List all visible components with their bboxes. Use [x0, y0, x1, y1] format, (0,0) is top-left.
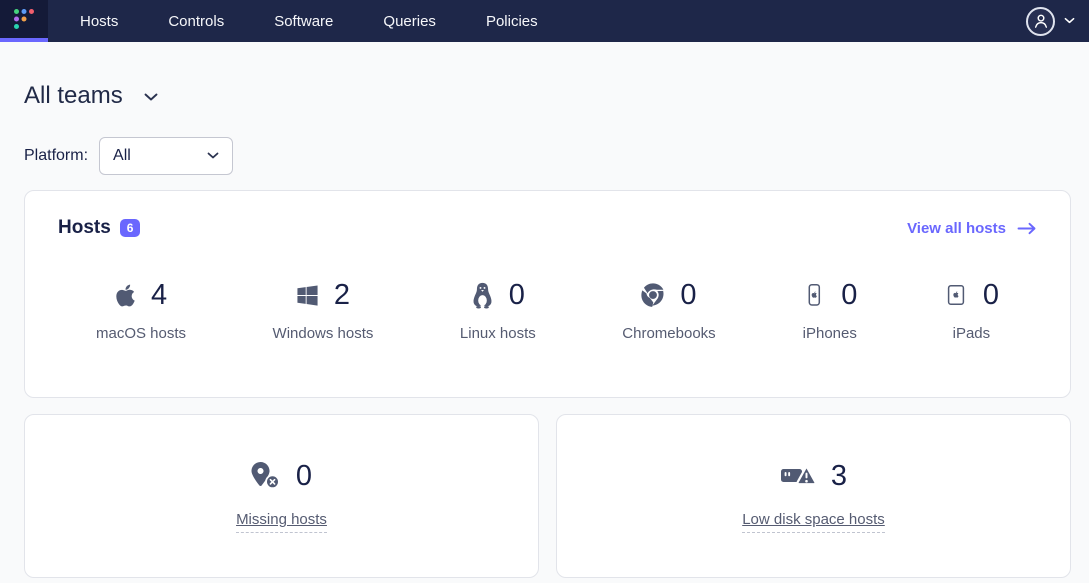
page-title: All teams [24, 82, 123, 110]
avatar [1026, 7, 1055, 36]
windows-label: Windows hosts [273, 325, 374, 342]
platform-item-linux: 0 Linux hosts [460, 279, 536, 342]
iphones-count: 0 [841, 281, 857, 310]
dashboard-page: All teams Platform: All Hosts 6 View all… [0, 82, 1089, 578]
team-selector[interactable]: All teams [24, 82, 1071, 110]
fleet-logo[interactable] [0, 0, 48, 42]
platform-item-ipads: 0 iPads [944, 279, 999, 342]
select-chevron-down-icon [207, 152, 219, 160]
missing-host-icon [251, 462, 282, 490]
macos-count: 4 [151, 281, 167, 310]
hosts-count-badge: 6 [120, 219, 141, 237]
chromebooks-label: Chromebooks [622, 325, 715, 342]
ipads-label: iPads [953, 325, 991, 342]
low-disk-count: 3 [831, 462, 847, 491]
nav-item-hosts[interactable]: Hosts [80, 13, 118, 30]
linux-label: Linux hosts [460, 325, 536, 342]
platform-item-chromebooks: 0 Chromebooks [622, 279, 715, 342]
iphones-label: iPhones [803, 325, 857, 342]
view-all-hosts-label: View all hosts [907, 220, 1006, 237]
top-navbar: Hosts Controls Software Queries Policies [0, 0, 1089, 42]
linux-icon [471, 282, 494, 309]
platform-filter: Platform: All [24, 137, 1071, 175]
metric-cards-row: 0 Missing hosts 3 Low disk space hosts [24, 414, 1071, 578]
hosts-summary-card: Hosts 6 View all hosts 4 macOS hosts [24, 190, 1071, 398]
apple-icon [115, 283, 136, 308]
platform-select[interactable]: All [99, 137, 233, 175]
ipads-count: 0 [983, 281, 999, 310]
platform-counts: 4 macOS hosts 2 Windows hosts [58, 279, 1037, 342]
ipad-icon [944, 283, 968, 307]
view-all-hosts-link[interactable]: View all hosts [907, 220, 1037, 237]
platform-select-value: All [113, 147, 131, 165]
user-menu[interactable] [1026, 0, 1089, 42]
windows-count: 2 [334, 281, 350, 310]
chevron-down-icon [1064, 17, 1075, 25]
hosts-card-title: Hosts [58, 217, 111, 239]
team-chevron-down-icon[interactable] [144, 90, 158, 102]
nav-item-policies[interactable]: Policies [486, 13, 538, 30]
low-disk-space-card[interactable]: 3 Low disk space hosts [556, 414, 1071, 578]
main-nav: Hosts Controls Software Queries Policies [80, 0, 538, 42]
chromebooks-count: 0 [680, 281, 696, 310]
low-disk-label[interactable]: Low disk space hosts [742, 511, 885, 533]
platform-filter-label: Platform: [24, 147, 88, 165]
platform-item-macos: 4 macOS hosts [96, 279, 186, 342]
missing-hosts-label[interactable]: Missing hosts [236, 511, 327, 533]
chrome-icon [641, 283, 665, 307]
platform-item-windows: 2 Windows hosts [273, 279, 374, 342]
linux-count: 0 [509, 281, 525, 310]
missing-hosts-card[interactable]: 0 Missing hosts [24, 414, 539, 578]
iphone-icon [802, 283, 826, 307]
nav-item-software[interactable]: Software [274, 13, 333, 30]
arrow-right-icon [1017, 222, 1037, 235]
missing-hosts-count: 0 [296, 462, 312, 491]
platform-item-iphones: 0 iPhones [802, 279, 857, 342]
macos-label: macOS hosts [96, 325, 186, 342]
fleet-logo-icon [12, 7, 36, 31]
low-disk-icon [780, 463, 817, 489]
nav-item-queries[interactable]: Queries [383, 13, 436, 30]
user-icon [1032, 12, 1050, 30]
windows-icon [296, 284, 319, 307]
nav-item-controls[interactable]: Controls [168, 13, 224, 30]
